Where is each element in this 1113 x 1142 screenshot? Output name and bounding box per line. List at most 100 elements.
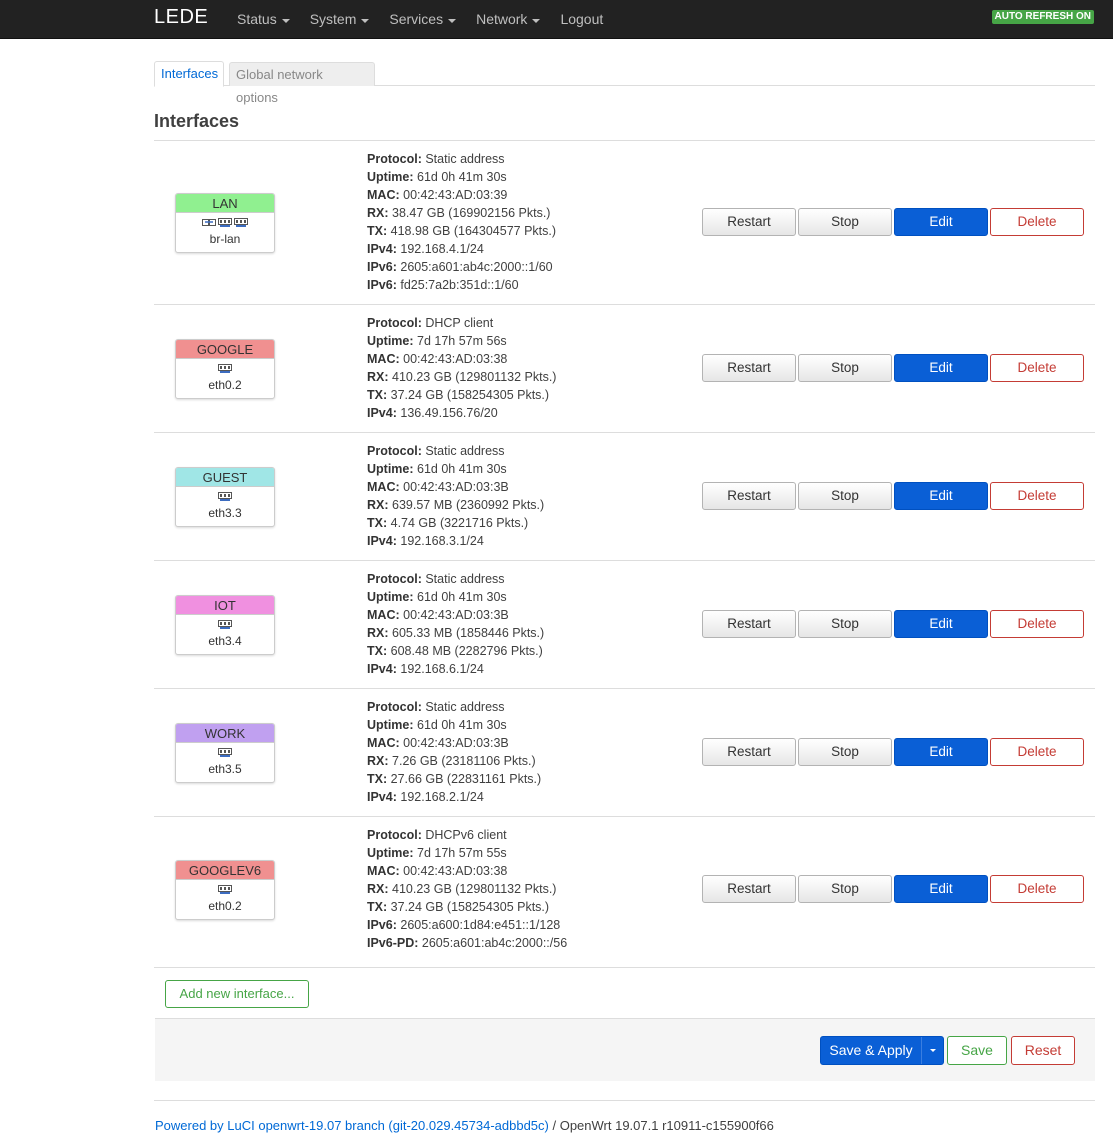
interface-status: Protocol: Static address Uptime: 61d 0h 4… — [367, 570, 544, 678]
status-line: Uptime: 61d 0h 41m 30s — [367, 588, 544, 606]
interface-icons — [176, 883, 274, 899]
stop-button[interactable]: Stop — [798, 738, 892, 766]
status-line: RX: 7.26 GB (23181106 Pkts.) — [367, 752, 541, 770]
status-key: Protocol: — [367, 828, 422, 842]
status-line: IPv6: fd25:7a2b:351d::1/60 — [367, 276, 556, 294]
status-line: Uptime: 61d 0h 41m 30s — [367, 716, 541, 734]
interface-badge: GUEST eth3.3 — [175, 467, 275, 527]
status-key: RX: — [367, 370, 389, 384]
status-value: 192.168.6.1/24 — [400, 662, 484, 676]
nav-logout[interactable]: Logout — [560, 0, 603, 39]
caret-down-icon — [448, 18, 457, 23]
port-icon — [218, 619, 232, 634]
interface-name: GUEST — [176, 468, 274, 487]
status-value: Static address — [425, 152, 505, 166]
restart-button[interactable]: Restart — [702, 875, 796, 903]
nav-system[interactable]: System — [310, 0, 370, 39]
delete-button[interactable]: Delete — [990, 208, 1084, 236]
brand-logo[interactable]: LEDE — [154, 6, 208, 29]
save-button[interactable]: Save — [947, 1036, 1007, 1065]
port-icon — [218, 217, 232, 232]
status-line: Protocol: Static address — [367, 570, 544, 588]
status-key: Uptime: — [367, 170, 414, 184]
status-line: IPv6-PD: 2605:a601:ab4c:2000::/56 — [367, 934, 567, 952]
tab-interfaces[interactable]: Interfaces — [154, 61, 224, 87]
status-line: MAC: 00:42:43:AD:03:3B — [367, 478, 544, 496]
status-key: IPv4: — [367, 242, 397, 256]
port-icon — [218, 747, 232, 762]
status-line: IPv6: 2605:a600:1d84:e451::1/128 — [367, 916, 567, 934]
nav-label: Network — [476, 11, 528, 27]
stop-button[interactable]: Stop — [798, 482, 892, 510]
status-key: TX: — [367, 900, 388, 914]
status-line: RX: 639.57 MB (2360992 Pkts.) — [367, 496, 544, 514]
status-key: Protocol: — [367, 572, 422, 586]
status-key: TX: — [367, 644, 388, 658]
status-key: TX: — [367, 224, 388, 238]
edit-button[interactable]: Edit — [894, 354, 988, 382]
stop-button[interactable]: Stop — [798, 354, 892, 382]
caret-down-icon — [930, 1049, 936, 1052]
status-line: MAC: 00:42:43:AD:03:38 — [367, 350, 556, 368]
delete-button[interactable]: Delete — [990, 738, 1084, 766]
status-line: Uptime: 7d 17h 57m 56s — [367, 332, 556, 350]
section-title: Interfaces — [154, 111, 240, 131]
save-apply-dropdown[interactable] — [921, 1037, 944, 1064]
status-key: TX: — [367, 772, 388, 786]
luci-link[interactable]: Powered by LuCI openwrt-19.07 branch (gi… — [155, 1118, 549, 1133]
footer: Powered by LuCI openwrt-19.07 branch (gi… — [155, 1118, 774, 1133]
save-apply-button[interactable]: Save & Apply — [820, 1036, 944, 1065]
delete-button[interactable]: Delete — [990, 482, 1084, 510]
restart-button[interactable]: Restart — [702, 738, 796, 766]
status-line: RX: 410.23 GB (129801132 Pkts.) — [367, 880, 567, 898]
status-value: 192.168.2.1/24 — [400, 790, 484, 804]
status-line: TX: 37.24 GB (158254305 Pkts.) — [367, 386, 556, 404]
stop-button[interactable]: Stop — [798, 208, 892, 236]
auto-refresh-badge[interactable]: AUTO REFRESH ON — [991, 10, 1094, 24]
status-value: DHCPv6 client — [425, 828, 507, 842]
status-key: RX: — [367, 754, 389, 768]
nav-network[interactable]: Network — [476, 0, 541, 39]
edit-button[interactable]: Edit — [894, 208, 988, 236]
status-key: IPv6: — [367, 260, 397, 274]
restart-button[interactable]: Restart — [702, 482, 796, 510]
interface-name: WORK — [176, 724, 274, 743]
edit-button[interactable]: Edit — [894, 738, 988, 766]
interface-badge: IOT eth3.4 — [175, 595, 275, 655]
status-value: 00:42:43:AD:03:3B — [403, 608, 509, 622]
status-value: 38.47 GB (169902156 Pkts.) — [392, 206, 551, 220]
status-value: Static address — [425, 700, 505, 714]
tab-global-network-options[interactable]: Global network options — [229, 62, 375, 105]
nav-status[interactable]: Status — [237, 0, 290, 39]
nav-services[interactable]: Services — [389, 0, 457, 39]
add-interface-button[interactable]: Add new interface... — [165, 980, 309, 1008]
status-value: DHCP client — [425, 316, 494, 330]
delete-button[interactable]: Delete — [990, 875, 1084, 903]
status-value: 61d 0h 41m 30s — [417, 590, 507, 604]
status-key: TX: — [367, 516, 388, 530]
port-icon — [218, 363, 232, 378]
interface-status: Protocol: Static address Uptime: 61d 0h 4… — [367, 698, 541, 806]
status-value: 27.66 GB (22831161 Pkts.) — [390, 772, 542, 786]
delete-button[interactable]: Delete — [990, 354, 1084, 382]
edit-button[interactable]: Edit — [894, 610, 988, 638]
restart-button[interactable]: Restart — [702, 610, 796, 638]
status-value: 7d 17h 57m 56s — [417, 334, 507, 348]
status-value: Static address — [425, 572, 505, 586]
stop-button[interactable]: Stop — [798, 875, 892, 903]
status-key: MAC: — [367, 736, 400, 750]
interface-badge: GOOGLEV6 eth0.2 — [175, 860, 275, 920]
stop-button[interactable]: Stop — [798, 610, 892, 638]
caret-down-icon — [532, 18, 541, 23]
status-value: 00:42:43:AD:03:39 — [403, 188, 508, 202]
reset-button[interactable]: Reset — [1011, 1036, 1075, 1065]
status-line: Uptime: 7d 17h 57m 55s — [367, 844, 567, 862]
status-line: TX: 608.48 MB (2282796 Pkts.) — [367, 642, 544, 660]
status-line: Protocol: DHCPv6 client — [367, 826, 567, 844]
delete-button[interactable]: Delete — [990, 610, 1084, 638]
edit-button[interactable]: Edit — [894, 482, 988, 510]
restart-button[interactable]: Restart — [702, 354, 796, 382]
restart-button[interactable]: Restart — [702, 208, 796, 236]
form-actions: Save & Apply Save Reset — [155, 1018, 1095, 1081]
edit-button[interactable]: Edit — [894, 875, 988, 903]
